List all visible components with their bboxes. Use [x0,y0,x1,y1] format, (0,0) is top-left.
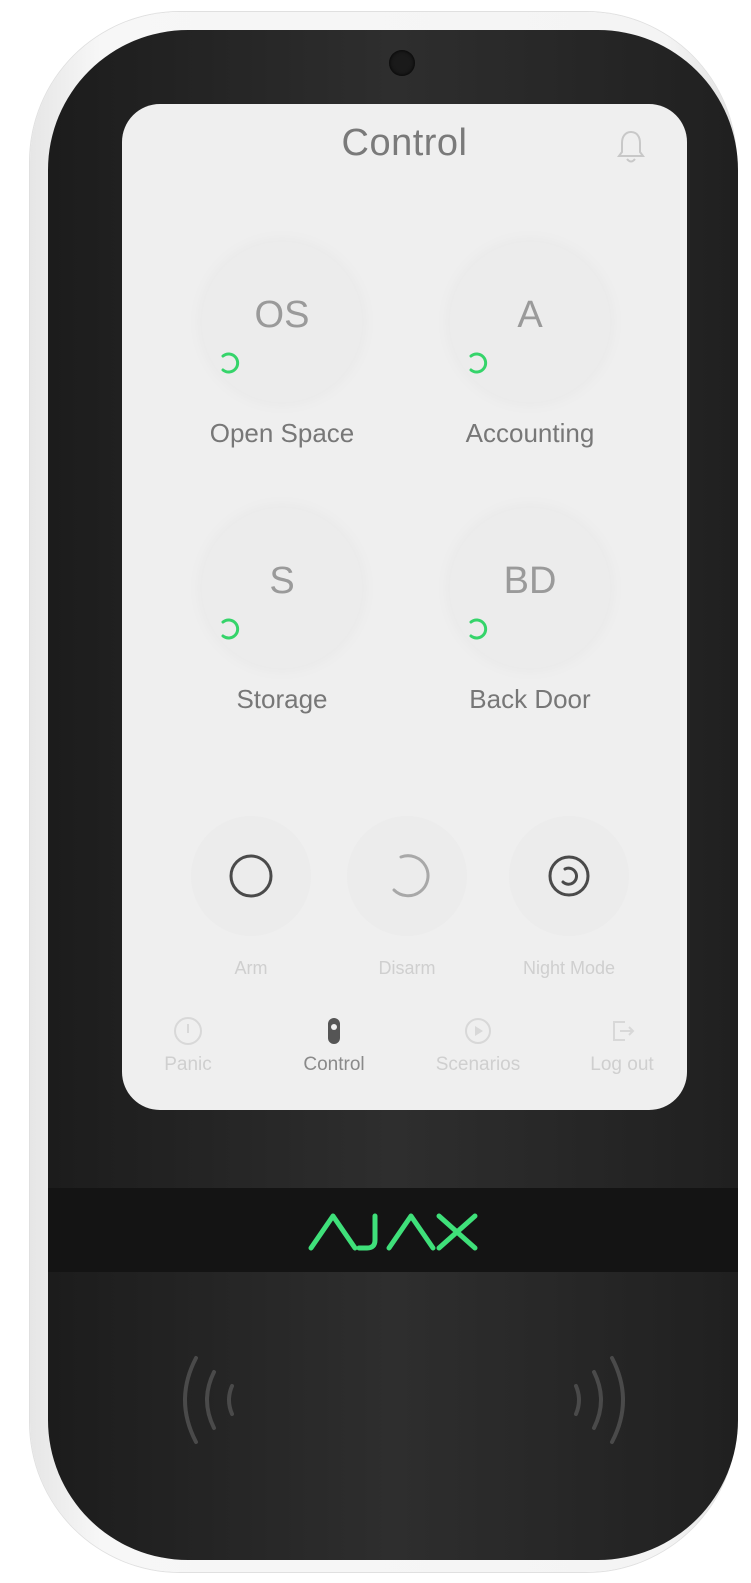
group-name: Back Door [469,684,591,714]
tab-label: Scenarios [435,1054,521,1075]
panic-icon [174,1017,202,1045]
group-name: Storage [236,684,328,714]
group-abbr: BD [503,560,557,602]
brand-logo [48,1202,738,1263]
group-abbr: OS [254,294,310,336]
group-abbr: S [269,560,295,602]
group-abbr: A [517,294,543,336]
status-loading-icon [221,618,240,640]
status-loading-icon [221,352,240,374]
arm-circle-icon [229,854,273,898]
shield-icon [328,1018,340,1044]
camera-lens [389,50,415,76]
night-mode-icon [548,855,590,897]
tab-control[interactable]: Control [264,1004,404,1104]
disarm-button[interactable]: Disarm [332,816,482,986]
touch-screen: Control OS Open Space A Accounting S Sto… [122,104,687,1110]
group-open-space[interactable]: OS Open Space [192,242,392,462]
tab-label: Panic [164,1054,212,1075]
nfc-right-icon [574,1356,625,1444]
group-name: Open Space [209,418,355,448]
arm-button[interactable]: Arm [176,816,326,986]
night-mode-button[interactable]: Night Mode [494,816,644,986]
tab-panic[interactable]: Panic [122,1004,258,1104]
status-loading-icon [469,352,488,374]
screen-title: Control [341,122,468,164]
nfc-left-icon [183,1356,234,1444]
mode-label: Night Mode [522,958,616,978]
disarm-partial-circle-icon [392,854,430,898]
group-back-door[interactable]: BD Back Door [440,508,640,728]
mode-label: Arm [234,958,268,978]
status-loading-icon [469,618,488,640]
logout-icon [613,1021,635,1041]
mode-label: Disarm [378,958,436,978]
group-storage[interactable]: S Storage [192,508,392,728]
logo-band [48,1188,738,1272]
tab-scenarios[interactable]: Scenarios [408,1004,548,1104]
group-name: Accounting [465,418,595,448]
group-accounting[interactable]: A Accounting [440,242,640,462]
tab-log-out[interactable]: Log out [552,1004,687,1104]
tab-label: Control [303,1054,365,1075]
scenario-icon [465,1018,491,1044]
bell-icon[interactable] [616,128,646,168]
tab-label: Log out [590,1054,654,1075]
bottom-navigation: Panic Control Scenarios Log out [122,1004,687,1110]
